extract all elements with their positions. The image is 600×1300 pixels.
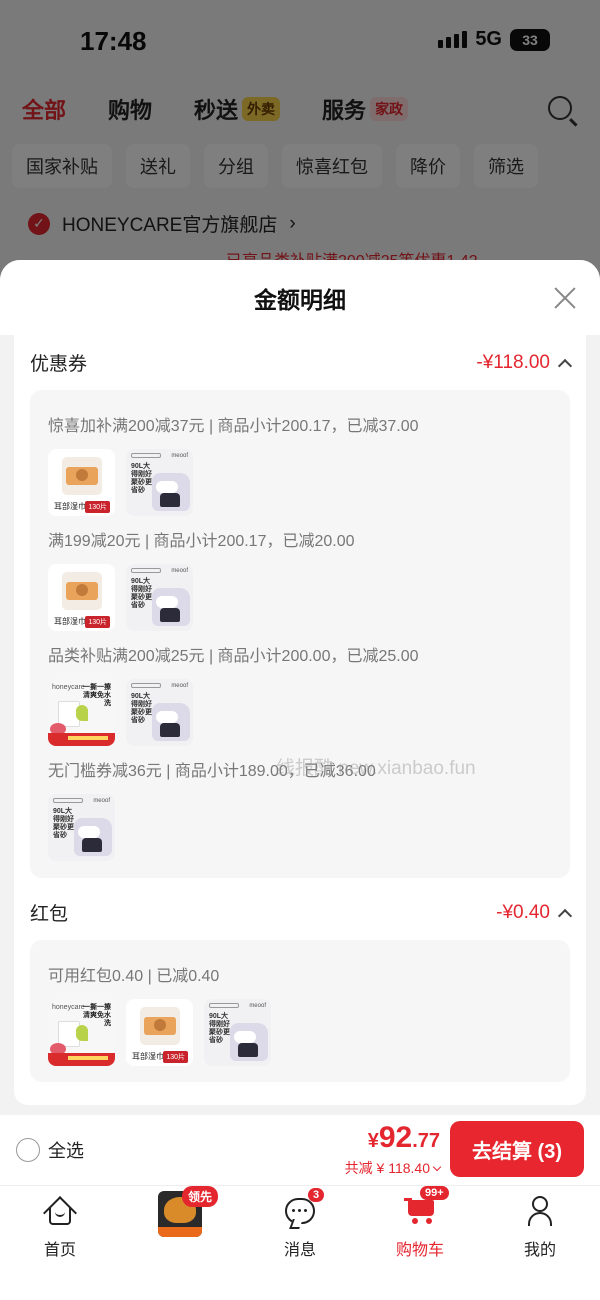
coupon-title: 优惠券 [30,354,88,375]
tab-me[interactable]: 我的 [480,1186,600,1260]
product-tag [209,1003,239,1008]
total-block: ¥92.77 共减 ¥ 118.40 [344,1123,442,1178]
redpacket-amount: -¥0.40 [496,901,550,923]
product-brand: meoof [249,1003,266,1009]
sheet-header: 金额明细 [0,260,600,335]
chevron-down-icon [432,1162,442,1171]
product-label: 耳部湿巾 [132,1052,164,1061]
chevron-up-icon[interactable] [557,908,573,923]
coupon-line: 惊喜加补满200减37元 | 商品小计200.17，已减37.00 [48,418,419,435]
sheet-card: 优惠券 -¥118.00 惊喜加补满200减37元 | 商品小计200.17，已… [14,335,586,1105]
product-brand: meoof [171,568,188,574]
tab-icon-wrap: 领先 [120,1186,240,1237]
tab-label: 购物车 [395,1242,444,1259]
product-brand: meoof [93,798,110,804]
user-icon [526,1196,554,1226]
product-label: 耳部湿巾 [54,502,86,511]
product-thumb-ear-wipes[interactable]: 耳部湿巾 130片 [126,999,193,1066]
home-icon [43,1196,77,1230]
coupon-amount: -¥118.00 [476,351,550,373]
product-image [76,1025,88,1041]
price-decimal: .77 [412,1130,440,1152]
tab-icon-wrap [480,1186,600,1236]
chevron-up-icon[interactable] [557,358,573,373]
total-saved[interactable]: 共减 ¥ 118.40 [344,1158,442,1178]
watermark: 线报酷 new.xianbao.fun [276,758,476,779]
product-thumb-ear-wipes[interactable]: 耳部湿巾 130片 [48,449,115,516]
product-thumb-litter-box[interactable]: meoof 90L大得刚好 聚砂更省砂 [126,449,193,516]
product-image [140,1007,180,1045]
tab-label: 我的 [523,1242,556,1259]
product-tag [53,798,83,803]
close-icon[interactable] [554,286,576,308]
product-band [48,1053,115,1066]
product-tag [131,683,161,688]
message-icon [285,1198,315,1224]
total-price: ¥92.77 [345,1123,440,1158]
saved-amount: 共减 ¥ 118.40 [344,1160,430,1176]
redpacket-panel: 可用红包0.40 | 已减0.40 honeycare 一撕一擦 清爽免水洗 耳… [30,940,570,1082]
tab-cart[interactable]: 99+ 购物车 [360,1186,480,1260]
product-count: 130片 [85,501,110,513]
cart-icon [404,1198,436,1224]
product-label: 耳部湿巾 [54,617,86,626]
product-band [48,733,115,746]
product-brand: honeycare [52,684,85,691]
product-count: 130片 [163,1051,188,1063]
product-image [152,588,190,626]
bottom-tab-bar: 首页 领先 3 消息 99+ 购物车 我的 [0,1185,600,1300]
coupon-panel: 惊喜加补满200减37元 | 商品小计200.17，已减37.00 耳部湿巾 1… [30,390,570,878]
select-all-label: 全选 [48,1141,84,1161]
coupon-line: 满199减20元 | 商品小计200.17，已减20.00 [48,533,355,550]
product-image [152,473,190,511]
price-currency: ¥ [367,1130,379,1152]
redpacket-header[interactable]: 红包 -¥0.40 [30,899,573,926]
tab-icon-wrap [0,1186,120,1236]
amount-detail-sheet: 金额明细 优惠券 -¥118.00 惊喜加补满200减37元 | 商品小计200… [0,260,600,1115]
product-thumb-ear-wipes[interactable]: 耳部湿巾 130片 [48,564,115,631]
product-image [152,703,190,741]
coupon-amount-group: -¥118.00 [476,351,573,374]
redpacket-title: 红包 [30,904,69,925]
product-text: 一撕一擦 清爽免水洗 [83,684,111,707]
product-brand: honeycare [52,1004,85,1011]
tab-label: 消息 [283,1242,316,1259]
checkout-bar: 全选 ¥92.77 共减 ¥ 118.40 去结算 (3) [0,1115,600,1185]
coupon-header[interactable]: 优惠券 -¥118.00 [30,349,573,376]
cart-badge: 99+ [420,1186,449,1200]
sheet-title: 金额明细 [254,286,346,313]
redpacket-line: 可用红包0.40 | 已减0.40 [48,968,220,985]
coupon-line: 品类补贴满200减25元 | 商品小计200.00，已减25.00 [48,648,419,665]
product-image [62,457,102,495]
product-text: 一撕一擦 清爽免水洗 [83,1004,111,1027]
product-image [62,572,102,610]
product-tag [131,453,161,458]
product-image [230,1023,268,1061]
product-thumb-litter-box[interactable]: meoof 90L大得刚好 聚砂更省砂 [48,794,115,861]
product-thumb-honeycare-wipes[interactable]: honeycare 一撕一擦 清爽免水洗 [48,999,115,1066]
product-image [76,705,88,721]
product-thumb-litter-box[interactable]: meoof 90L大得刚好 聚砂更省砂 [126,679,193,746]
product-tag [131,568,161,573]
product-thumb-honeycare-wipes[interactable]: honeycare 一撕一擦 清爽免水洗 [48,679,115,746]
product-thumb-litter-box[interactable]: meoof 90L大得刚好 聚砂更省砂 [126,564,193,631]
tab-icon-wrap: 99+ [360,1186,480,1236]
message-badge: 3 [308,1188,325,1202]
product-brand: meoof [171,453,188,459]
select-all[interactable]: 全选 [16,1137,84,1163]
product-brand: meoof [171,683,188,689]
product-thumb-litter-box[interactable]: meoof 90L大得刚好 聚砂更省砂 [204,999,271,1066]
product-image [74,818,112,856]
redpacket-amount-group: -¥0.40 [496,901,573,924]
tab-icon-wrap: 3 [240,1186,360,1236]
tab-home[interactable]: 首页 [0,1186,120,1260]
product-count: 130片 [85,616,110,628]
promo-badge: 领先 [182,1186,219,1207]
checkout-button[interactable]: 去结算 (3) [450,1121,584,1177]
tab-label: 首页 [43,1242,76,1259]
tab-messages[interactable]: 3 消息 [240,1186,360,1260]
select-all-radio[interactable] [16,1138,40,1162]
price-integer: 92 [378,1121,413,1154]
tab-promo[interactable]: 领先 [120,1186,240,1237]
